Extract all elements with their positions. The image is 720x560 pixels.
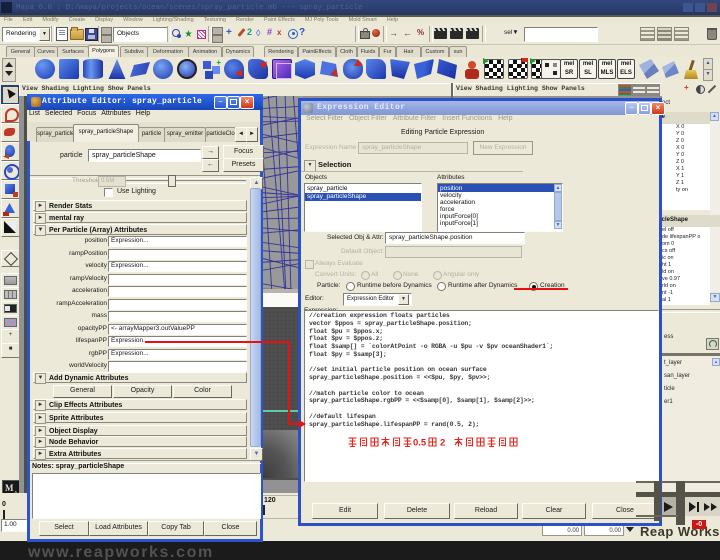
svg-text:0.5: 0.5 [413, 438, 427, 449]
svg-text:2: 2 [440, 438, 445, 449]
